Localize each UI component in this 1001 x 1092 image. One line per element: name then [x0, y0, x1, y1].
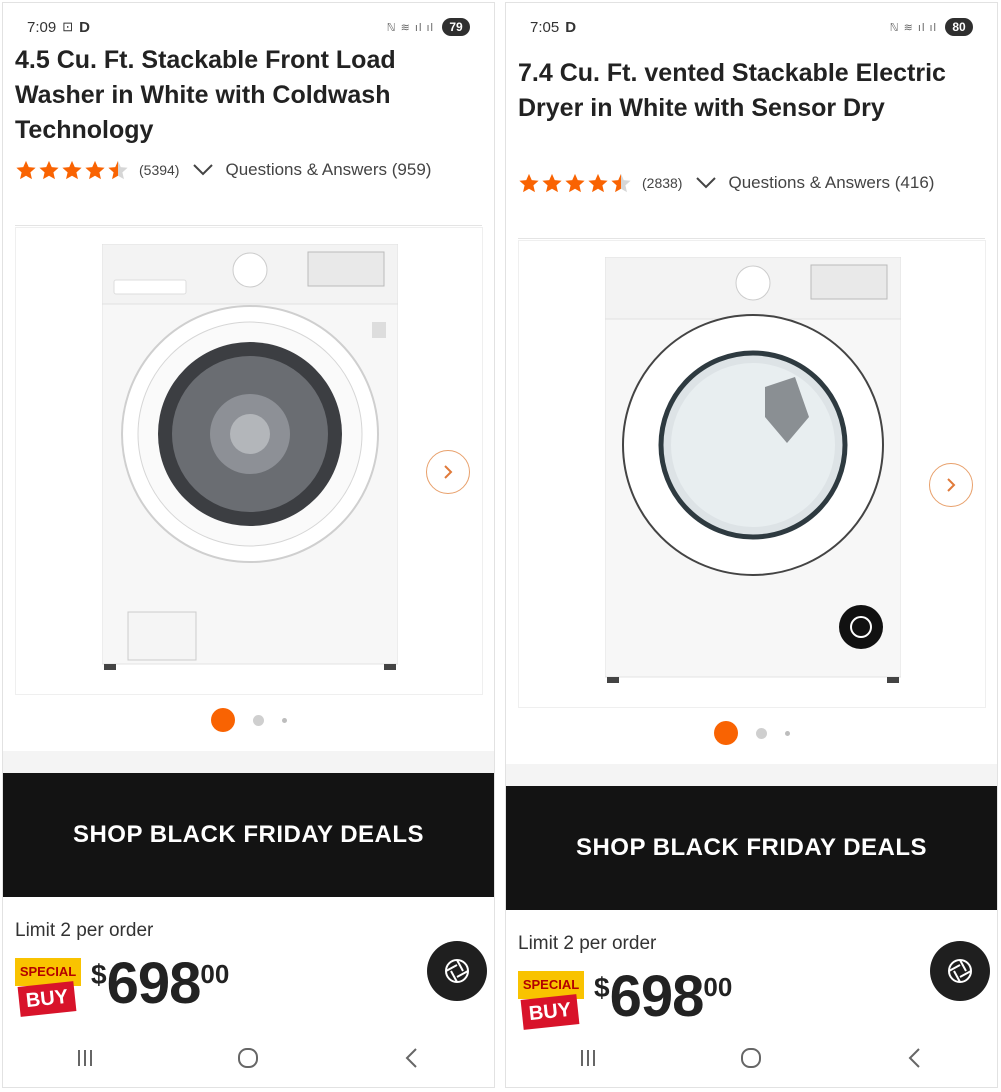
special-buy-badge: SPECIAL BUY — [518, 971, 584, 1033]
battery-icon: 80 — [945, 18, 973, 36]
visual-search-button[interactable] — [930, 941, 990, 1001]
star-icon — [16, 160, 36, 180]
signal-icon: ℕ ≋ ıl ıl — [386, 21, 434, 34]
star-icon — [565, 173, 585, 193]
price-dollars: 698 — [106, 951, 202, 1016]
recent-apps-icon[interactable] — [71, 1044, 99, 1072]
carousel-pagination — [3, 708, 494, 732]
section-separator — [3, 751, 494, 773]
battery-icon: 79 — [442, 18, 470, 36]
washer-image — [102, 244, 398, 670]
signal-icon: ℕ ≋ ıl ıl — [889, 21, 937, 34]
next-image-button[interactable] — [929, 463, 973, 507]
review-count[interactable]: (2838) — [642, 175, 682, 191]
recent-apps-icon[interactable] — [574, 1044, 602, 1072]
chevron-right-icon — [947, 478, 956, 492]
visual-search-button[interactable] — [427, 941, 487, 1001]
rating-row: (2838) Questions & Answers (416) — [518, 169, 987, 197]
divider — [15, 225, 482, 226]
product-image-carousel[interactable] — [518, 240, 986, 708]
next-image-button[interactable] — [426, 450, 470, 494]
price-cents: 00 — [703, 972, 733, 1002]
dryer-image — [605, 257, 901, 683]
back-icon[interactable] — [901, 1044, 929, 1072]
review-count[interactable]: (5394) — [139, 162, 179, 178]
pagination-dot-active[interactable] — [713, 721, 738, 745]
section-separator — [506, 764, 997, 786]
status-time: 7:09 — [27, 18, 57, 36]
limit-text: Limit 2 per order — [518, 933, 657, 954]
badge-buy-label: BUY — [17, 981, 77, 1017]
camera-aperture-icon — [948, 959, 972, 983]
half-star-icon — [611, 173, 631, 193]
questions-answers-link[interactable]: Questions & Answers (416) — [728, 173, 934, 193]
badge-buy-label: BUY — [520, 994, 580, 1030]
pagination-dot[interactable] — [281, 717, 287, 723]
star-icon — [519, 173, 539, 193]
star-icon — [85, 160, 105, 180]
half-star-icon — [108, 160, 128, 180]
questions-answers-link[interactable]: Questions & Answers (959) — [225, 160, 431, 180]
product-image-carousel[interactable] — [15, 227, 483, 695]
system-nav-bar — [3, 1033, 494, 1083]
carousel-pagination — [506, 721, 997, 745]
black-friday-banner[interactable]: SHOP BLACK FRIDAY DEALS — [506, 786, 997, 910]
star-icon — [39, 160, 59, 180]
price: $ 698 00 — [594, 968, 732, 1026]
price-currency: $ — [594, 972, 610, 1003]
star-icon — [62, 160, 82, 180]
status-bar: 7:05 D ℕ ≋ ıl ıl 80 — [506, 7, 997, 47]
star-rating[interactable] — [518, 172, 632, 194]
camera-aperture-icon — [445, 959, 469, 983]
pagination-dot[interactable] — [784, 730, 790, 736]
special-buy-badge: SPECIAL BUY — [15, 958, 81, 1020]
system-nav-bar — [506, 1033, 997, 1083]
status-bar: 7:09 ⊡ D ℕ ≋ ıl ıl 79 — [3, 7, 494, 47]
pagination-dot-active[interactable] — [210, 708, 235, 732]
status-indicator: D — [79, 18, 90, 36]
star-rating[interactable] — [15, 159, 129, 181]
pagination-dot[interactable] — [252, 714, 264, 726]
chevron-down-icon[interactable] — [694, 175, 718, 191]
home-icon[interactable] — [737, 1044, 765, 1072]
screenshot-icon: ⊡ — [62, 19, 74, 34]
divider — [518, 238, 985, 239]
product-title: 7.4 Cu. Ft. vented Stackable Electric Dr… — [518, 59, 946, 122]
price-cents: 00 — [200, 959, 230, 989]
status-indicator: D — [565, 18, 577, 36]
black-friday-banner[interactable]: SHOP BLACK FRIDAY DEALS — [3, 773, 494, 897]
back-icon[interactable] — [398, 1044, 426, 1072]
chevron-down-icon[interactable] — [191, 162, 215, 178]
phone-screen-washer: 7:09 ⊡ D ℕ ≋ ıl ıl 79 4.5 Cu. Ft. Stacka… — [2, 2, 495, 1088]
pagination-dot[interactable] — [755, 727, 767, 739]
price: $ 698 00 — [91, 955, 229, 1013]
price-currency: $ — [91, 959, 107, 990]
chevron-right-icon — [444, 465, 453, 479]
star-icon — [588, 173, 608, 193]
limit-text: Limit 2 per order — [15, 920, 154, 941]
phone-screen-dryer: 7:05 D ℕ ≋ ıl ıl 80 7.4 Cu. Ft. vented S… — [505, 2, 998, 1088]
home-icon[interactable] — [234, 1044, 262, 1072]
product-title: 4.5 Cu. Ft. Stackable Front Load Washer … — [15, 46, 396, 144]
rating-row: (5394) Questions & Answers (959) — [15, 156, 484, 184]
star-icon — [542, 173, 562, 193]
status-time: 7:05 — [530, 18, 560, 36]
price-dollars: 698 — [609, 964, 705, 1029]
